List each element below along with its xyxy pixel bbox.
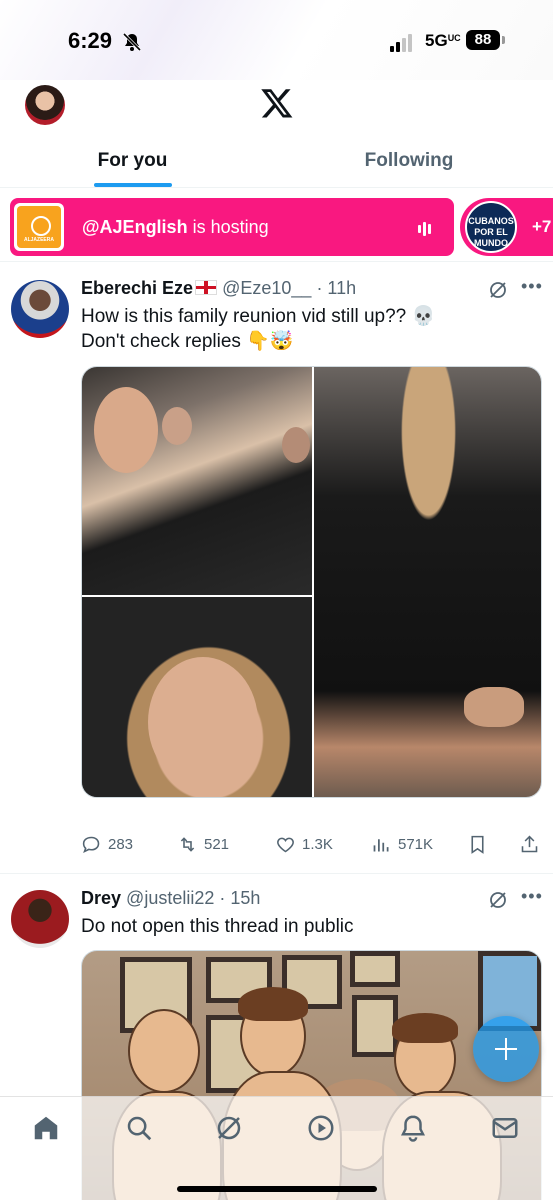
home-icon[interactable] — [31, 1113, 61, 1143]
author-name[interactable]: Drey — [81, 888, 121, 908]
tab-for-you[interactable]: For you — [0, 140, 265, 187]
live-space-card[interactable]: @AJEnglish is hosting — [10, 198, 454, 256]
cubanos-logo: CUBANOS POR EL MUNDO — [465, 201, 517, 253]
tweet-text: How is this family reunion vid still up?… — [81, 306, 436, 352]
x-logo-icon — [261, 89, 293, 118]
tweet-header: Eberechi Eze @Eze10__ · 11h — [81, 278, 356, 299]
audio-wave-icon — [418, 222, 431, 236]
aljazeera-logo — [14, 203, 64, 251]
grok-icon[interactable] — [488, 280, 508, 300]
battery-indicator: 88 — [466, 30, 500, 50]
avatar[interactable] — [11, 890, 69, 948]
messages-icon[interactable] — [490, 1113, 520, 1143]
reply-icon — [82, 836, 100, 854]
tweet-time: · 11h — [316, 278, 357, 298]
photo-back-view[interactable] — [314, 367, 541, 797]
avatar[interactable] — [11, 280, 69, 338]
tweet-time: · 15h — [219, 888, 261, 908]
grok-icon[interactable] — [488, 890, 508, 910]
timeline-tabs: For you Following — [0, 140, 553, 188]
author-handle[interactable]: @Eze10__ — [222, 278, 311, 298]
cellular-signal-icon — [390, 34, 412, 52]
analytics-icon — [373, 839, 389, 852]
tweet-media[interactable] — [81, 366, 542, 798]
photo-selfie-close[interactable] — [82, 597, 312, 797]
retweet-button[interactable]: 521 — [177, 834, 229, 855]
space-host-text: @AJEnglish is hosting — [82, 217, 269, 237]
spaces-bar: @AJEnglish is hosting CUBANOS POR EL MUN… — [0, 196, 553, 262]
reply-button[interactable]: 283 — [81, 834, 133, 855]
more-spaces-count: +7 — [532, 217, 552, 236]
heart-icon — [277, 837, 294, 853]
england-flag-icon — [195, 280, 218, 295]
search-icon[interactable] — [124, 1113, 154, 1143]
cartoon-hair — [392, 1013, 458, 1043]
second-space-card[interactable]: CUBANOS POR EL MUNDO +7 — [460, 198, 553, 256]
silent-bell-icon — [122, 32, 142, 52]
timeline-header: For you Following — [0, 80, 553, 190]
author-handle[interactable]: @justelii22 — [126, 888, 214, 908]
like-button[interactable]: 1.3K — [275, 834, 333, 855]
video-icon[interactable] — [306, 1113, 336, 1143]
retweet-icon — [180, 837, 195, 852]
share-icon — [521, 835, 538, 853]
tweet-actions: 283 521 1.3K 571K — [81, 834, 541, 858]
profile-avatar-button[interactable] — [25, 85, 65, 125]
cartoon-hair — [238, 987, 308, 1021]
battery-tip — [502, 36, 505, 44]
home-indicator — [177, 1186, 377, 1192]
notifications-icon[interactable] — [398, 1113, 428, 1143]
photo-selfie-table[interactable] — [82, 367, 312, 595]
status-time: 6:29 — [68, 28, 113, 53]
wall-frame — [350, 951, 400, 987]
tweet-header: Drey @justelii22 · 15h — [81, 888, 260, 909]
tab-following[interactable]: Following — [265, 140, 553, 187]
author-name[interactable]: Eberechi Eze — [81, 278, 193, 298]
cartoon-person — [128, 1009, 200, 1093]
compose-post-button[interactable] — [473, 1016, 539, 1082]
bottom-navigation — [0, 1096, 553, 1200]
more-options-icon[interactable]: ••• — [521, 276, 543, 297]
bookmark-button[interactable] — [467, 834, 488, 855]
status-bar: 6:29 5GUC 88 — [0, 0, 553, 80]
network-type: 5GUC — [425, 31, 461, 50]
share-button[interactable] — [519, 834, 540, 855]
more-options-icon[interactable]: ••• — [521, 886, 543, 907]
tweet[interactable]: Eberechi Eze @Eze10__ · 11h ••• How is t… — [0, 266, 553, 874]
tweet-text: Do not open this thread in public — [81, 916, 354, 937]
bookmark-icon — [471, 835, 484, 854]
grok-icon[interactable] — [214, 1113, 244, 1143]
views-button[interactable]: 571K — [371, 834, 433, 855]
